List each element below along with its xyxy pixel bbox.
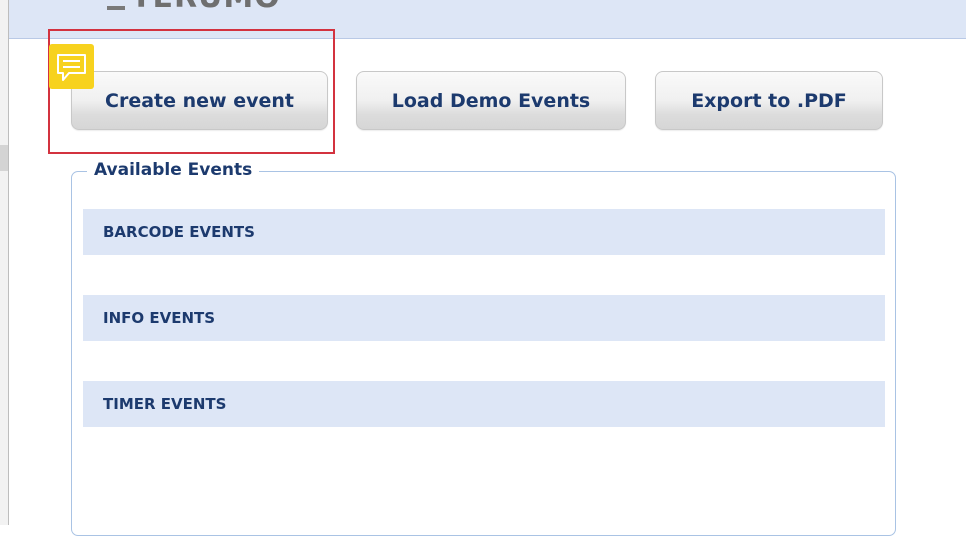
comment-icon-glyph [57, 54, 86, 81]
create-new-event-button[interactable]: Create new event [71, 71, 328, 130]
load-demo-events-button[interactable]: Load Demo Events [356, 71, 626, 130]
category-timer-events[interactable]: TIMER EVENTS [83, 381, 885, 427]
available-events-legend: Available Events [87, 158, 260, 182]
export-pdf-button[interactable]: Export to .PDF [655, 71, 883, 130]
logo: TERUMO [131, 0, 281, 13]
logo-mark [107, 6, 125, 10]
window-left-edge [0, 0, 9, 525]
header-bar: TERUMO [9, 0, 966, 39]
category-info-events[interactable]: INFO EVENTS [83, 295, 885, 341]
comment-icon[interactable] [49, 44, 94, 89]
category-barcode-events[interactable]: BARCODE EVENTS [83, 209, 885, 255]
